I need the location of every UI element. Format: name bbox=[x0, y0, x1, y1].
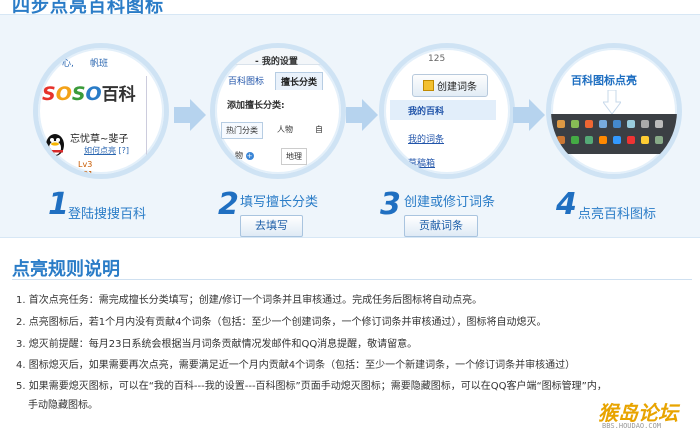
rule-item-2: 2. 点亮图标后，若1个月内没有贡献4个词条（包括：至少一个创建词条，一个修订词… bbox=[16, 317, 547, 328]
rule-item-1: 1. 首次点亮任务：需完成擅长分类填写；创建/修订一个词条并且审核通过。完成任务… bbox=[16, 295, 483, 306]
add-icon: + bbox=[245, 152, 254, 160]
edit-icon bbox=[423, 80, 434, 91]
step-3-text: 创建或修订词条 bbox=[404, 195, 496, 210]
circle1-side-panel bbox=[146, 76, 161, 166]
soso-baike-logo: SOSO百科 bbox=[42, 83, 136, 105]
menu-drafts[interactable]: 草稿箱 bbox=[408, 156, 435, 169]
contribute-entry-button[interactable]: 贡献词条 bbox=[404, 215, 478, 237]
create-entry-button[interactable]: 创建词条 bbox=[412, 74, 488, 97]
settings-window-title: - 我的设置 bbox=[255, 57, 298, 67]
arrow-right-icon bbox=[174, 99, 206, 131]
tray-icon[interactable] bbox=[585, 136, 593, 144]
qq-penguin-icon bbox=[46, 134, 64, 156]
rule-item-4: 4. 图标熄灭后，如果需要再次点亮，需要满足近一个月内贡献4个词条（包括：至少一… bbox=[16, 360, 576, 371]
category-pill-hot[interactable]: 热门分类 bbox=[221, 122, 263, 139]
how-to-light-link[interactable]: 如何点亮 [?] bbox=[84, 145, 129, 156]
tray-icon[interactable] bbox=[557, 136, 565, 144]
rule-item-5-continued: 手动隐藏图标。 bbox=[28, 400, 98, 411]
tray-icon[interactable] bbox=[655, 120, 663, 128]
menu-my-entries[interactable]: 我的词条 bbox=[408, 132, 444, 145]
tray-icon[interactable] bbox=[585, 120, 593, 128]
category-item-2[interactable]: 地理 bbox=[281, 148, 307, 165]
circle1-misc-1: Lv3 bbox=[78, 160, 93, 169]
circle1-misc-2: 001 bbox=[78, 170, 94, 179]
tray-icon[interactable] bbox=[655, 136, 663, 144]
menu-my-baike[interactable]: 我的百科 bbox=[408, 104, 444, 117]
watermark-url: BBS.HOUDAO.COM bbox=[602, 422, 662, 430]
circle3-top-text: 125 bbox=[428, 54, 446, 64]
steps-band: 心, 帆班 SOSO百科 忘忧草~斐子 如何点亮 [?] Lv3 001 - 我… bbox=[0, 14, 700, 238]
arrow-right-icon bbox=[346, 99, 378, 131]
step-2-illustration: - 我的设置 百科图标 擅长分类 添加擅长分类: 热门分类 人物 自 物 + 地… bbox=[210, 43, 346, 179]
circle1-top-link-2: 帆班 bbox=[90, 59, 109, 69]
step-2-text: 填写擅长分类 bbox=[240, 195, 319, 210]
tab-baike-icon[interactable]: 百科图标 bbox=[223, 72, 269, 89]
forum-watermark: 猴岛论坛 BBS.HOUDAO.COM bbox=[598, 397, 678, 430]
step-4-number: 4 bbox=[556, 187, 577, 222]
rule-item-3: 3. 熄灭前提醒：每月23日系统会根据当月词条贡献情况发邮件和QQ消息提醒，敬请… bbox=[16, 339, 418, 350]
system-tray bbox=[551, 114, 677, 154]
arrow-down-icon bbox=[603, 90, 621, 114]
step-2-number: 2 bbox=[218, 187, 239, 222]
add-expertise-heading: 添加擅长分类: bbox=[227, 101, 285, 111]
circle4-title: 百科图标点亮 bbox=[571, 74, 637, 87]
step-1-text: 登陆搜搜百科 bbox=[68, 207, 147, 222]
tray-icon[interactable] bbox=[627, 120, 635, 128]
step-3-illustration: 125 创建词条 我的百科 我的词条 草稿箱 bbox=[379, 43, 515, 179]
tray-icon[interactable] bbox=[571, 136, 579, 144]
step-3-number: 3 bbox=[380, 187, 401, 222]
step-1-illustration: 心, 帆班 SOSO百科 忘忧草~斐子 如何点亮 [?] Lv3 001 bbox=[33, 43, 169, 179]
tray-icon[interactable] bbox=[599, 120, 607, 128]
tray-icon[interactable] bbox=[557, 120, 565, 128]
rule-item-5: 5. 如果需要熄灭图标，可以在“我的百科---我的设置---百科图标”页面手动熄… bbox=[16, 381, 607, 392]
tray-icon[interactable] bbox=[641, 120, 649, 128]
circle1-top-link-1: 心, bbox=[62, 59, 74, 69]
category-pill-3[interactable]: 自 bbox=[311, 122, 327, 137]
step-1-number: 1 bbox=[48, 187, 69, 222]
step-4-illustration: 百科图标点亮 bbox=[546, 43, 682, 179]
arrow-right-icon bbox=[513, 99, 545, 131]
tray-icon[interactable] bbox=[627, 136, 635, 144]
tray-icon[interactable] bbox=[571, 120, 579, 128]
tab-expertise[interactable]: 擅长分类 bbox=[275, 72, 324, 90]
go-fill-button[interactable]: 去填写 bbox=[240, 215, 303, 237]
step-4-text: 点亮百科图标 bbox=[578, 207, 657, 222]
tray-icon[interactable] bbox=[599, 136, 607, 144]
username: 忘忧草~斐子 bbox=[70, 134, 129, 145]
tray-icon[interactable] bbox=[641, 136, 649, 144]
baike-tray-icon-lit[interactable] bbox=[613, 136, 621, 144]
category-item-1[interactable]: 物 + bbox=[231, 148, 258, 163]
rules-divider bbox=[12, 279, 692, 280]
baike-tray-icon[interactable] bbox=[613, 120, 621, 128]
rules-section-title: 点亮规则说明 bbox=[12, 259, 120, 280]
category-pill-people[interactable]: 人物 bbox=[273, 122, 297, 137]
